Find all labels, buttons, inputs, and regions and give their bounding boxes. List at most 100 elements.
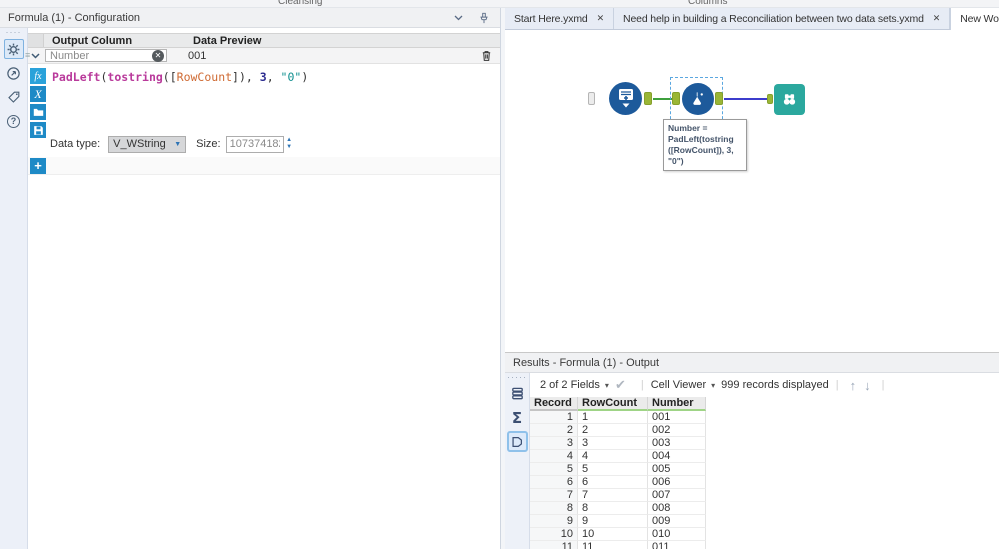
- annotation-tag-icon[interactable]: [4, 87, 24, 107]
- dropdown-caret-icon: ▼: [174, 140, 182, 148]
- data-grid-view-icon[interactable]: [507, 383, 528, 404]
- rowcount-cell[interactable]: 6: [578, 476, 648, 489]
- rowcount-cell[interactable]: 4: [578, 450, 648, 463]
- rowcount-cell[interactable]: 7: [578, 489, 648, 502]
- config-body: ···· ? Output Column Data Preview ≡ Numb…: [0, 28, 500, 549]
- record-cell: 11: [530, 541, 578, 549]
- toolbar-separator: |: [835, 379, 839, 391]
- generate-rows-output-anchor[interactable]: [644, 92, 652, 105]
- question-glyph: ?: [7, 114, 20, 128]
- annotation-line: ([RowCount]), 3,: [668, 145, 734, 155]
- clear-field-icon[interactable]: ✕: [152, 49, 164, 62]
- generate-rows-tool-icon[interactable]: [609, 82, 642, 115]
- number-cell[interactable]: 005: [648, 463, 706, 476]
- rowcount-cell[interactable]: 1: [578, 411, 648, 424]
- data-preview-value: 001: [188, 49, 207, 62]
- workflow-tab-bar: Start Here.yxmd ✕ Need help in building …: [505, 8, 999, 30]
- toolbar-separator: |: [640, 379, 644, 391]
- number-cell[interactable]: 010: [648, 528, 706, 541]
- tab-label: New Workflow2*: [960, 13, 999, 25]
- apply-checkmark-icon[interactable]: ✔: [615, 377, 626, 393]
- tab-reconciliation[interactable]: Need help in building a Reconciliation b…: [614, 8, 951, 29]
- connection-wire-blue-selected[interactable]: [724, 98, 767, 100]
- variables-x-button[interactable]: X: [30, 86, 46, 102]
- row-expand-chevron-icon[interactable]: [31, 52, 45, 59]
- rowcount-column-header[interactable]: RowCount: [578, 397, 648, 411]
- collapse-chevron-icon[interactable]: [450, 11, 466, 25]
- spinner-down-icon[interactable]: ▼: [286, 144, 292, 151]
- number-cell[interactable]: 006: [648, 476, 706, 489]
- rowcount-cell[interactable]: 9: [578, 515, 648, 528]
- table-row: 2 2 002: [530, 424, 999, 437]
- size-input[interactable]: [225, 135, 284, 153]
- data-type-dropdown[interactable]: V_WString ▼: [108, 135, 187, 153]
- cell-viewer-caret-icon[interactable]: ▾: [711, 381, 715, 390]
- generate-rows-input-anchor[interactable]: [588, 92, 595, 105]
- workflow-canvas[interactable]: Number = PadLeft(tostring ([RowCount]), …: [505, 30, 999, 352]
- spinner-up-icon[interactable]: ▲: [286, 137, 292, 144]
- record-column-header[interactable]: Record: [530, 397, 578, 411]
- alteryx-designer-window: Cleansing Columns Formula (1) - Configur…: [0, 0, 999, 549]
- fields-dropdown-label[interactable]: 2 of 2 Fields: [540, 379, 600, 391]
- fx-glyph: fx: [34, 70, 42, 82]
- rowcount-cell[interactable]: 3: [578, 437, 648, 450]
- rowcount-cell[interactable]: 2: [578, 424, 648, 437]
- formula-editor-area: Output Column Data Preview ≡ ✕ 001: [25, 28, 500, 549]
- table-row: 1 1 001: [530, 411, 999, 424]
- output-column-input[interactable]: [45, 49, 167, 62]
- token-string: "0": [280, 70, 302, 84]
- navigation-tab-icon[interactable]: [4, 63, 24, 83]
- token-function: PadLeft: [52, 70, 101, 84]
- metadata-sigma-view-icon[interactable]: Σ: [507, 407, 528, 428]
- number-cell[interactable]: 004: [648, 450, 706, 463]
- number-column-header[interactable]: Number: [648, 397, 706, 411]
- sigma-glyph: Σ: [511, 408, 523, 427]
- number-cell[interactable]: 007: [648, 489, 706, 502]
- results-body: ····· Σ 2 of 2 Fields ▾ ✔ | Cell Viewer …: [505, 373, 999, 549]
- results-panel-header: Results - Formula (1) - Output: [505, 353, 999, 373]
- table-row: 3 3 003: [530, 437, 999, 450]
- record-cell: 3: [530, 437, 578, 450]
- table-row: 6 6 006: [530, 476, 999, 489]
- rowcount-cell[interactable]: 8: [578, 502, 648, 515]
- rowcount-cell[interactable]: 11: [578, 541, 648, 549]
- configuration-tab-gear-icon[interactable]: [3, 39, 24, 59]
- rowcount-cell[interactable]: 5: [578, 463, 648, 476]
- tab-close-icon[interactable]: ✕: [933, 13, 941, 24]
- number-cell[interactable]: 001: [648, 411, 706, 424]
- tab-new-workflow2[interactable]: New Workflow2* ✕: [950, 8, 999, 30]
- number-cell[interactable]: 009: [648, 515, 706, 528]
- strip-grip-dots[interactable]: ····: [6, 28, 22, 37]
- number-cell[interactable]: 002: [648, 424, 706, 437]
- add-expression-button[interactable]: +: [30, 158, 46, 174]
- browse-tool-icon[interactable]: [774, 84, 805, 115]
- data-profile-view-icon[interactable]: [506, 431, 528, 452]
- tab-start-here[interactable]: Start Here.yxmd ✕: [505, 8, 615, 29]
- tab-label: Need help in building a Reconciliation b…: [623, 12, 924, 25]
- number-cell[interactable]: 008: [648, 502, 706, 515]
- results-grip-dots[interactable]: ·····: [507, 373, 527, 382]
- scroll-down-arrow-icon[interactable]: ↓: [864, 378, 871, 393]
- number-cell[interactable]: 011: [648, 541, 706, 549]
- rowcount-cell[interactable]: 10: [578, 528, 648, 541]
- token-paren: ]),: [232, 70, 260, 84]
- tool-annotation-box[interactable]: Number = PadLeft(tostring ([RowCount]), …: [663, 119, 747, 171]
- number-cell[interactable]: 003: [648, 437, 706, 450]
- delete-expression-trash-icon[interactable]: [480, 49, 500, 62]
- help-question-icon[interactable]: ?: [4, 111, 24, 131]
- tab-close-icon[interactable]: ✕: [597, 13, 605, 24]
- pin-icon[interactable]: [476, 11, 492, 25]
- functions-fx-button[interactable]: fx: [30, 68, 46, 84]
- formula-output-anchor[interactable]: [715, 92, 723, 105]
- actions-header-cell: [472, 34, 500, 47]
- cell-viewer-dropdown-label[interactable]: Cell Viewer: [651, 379, 706, 391]
- scroll-up-arrow-icon[interactable]: ↑: [850, 378, 857, 393]
- fields-dropdown-caret-icon[interactable]: ▾: [605, 381, 609, 390]
- size-spinner[interactable]: ▲ ▼: [284, 136, 295, 153]
- formula-tool-icon[interactable]: [682, 83, 714, 115]
- formula-expression-editor[interactable]: PadLeft(tostring([RowCount]), 3, "0"): [52, 70, 308, 84]
- workflow-pane: Start Here.yxmd ✕ Need help in building …: [505, 8, 999, 549]
- browse-input-anchor[interactable]: [767, 94, 773, 104]
- formula-input-anchor[interactable]: [672, 92, 680, 105]
- open-expression-folder-icon[interactable]: [30, 104, 46, 120]
